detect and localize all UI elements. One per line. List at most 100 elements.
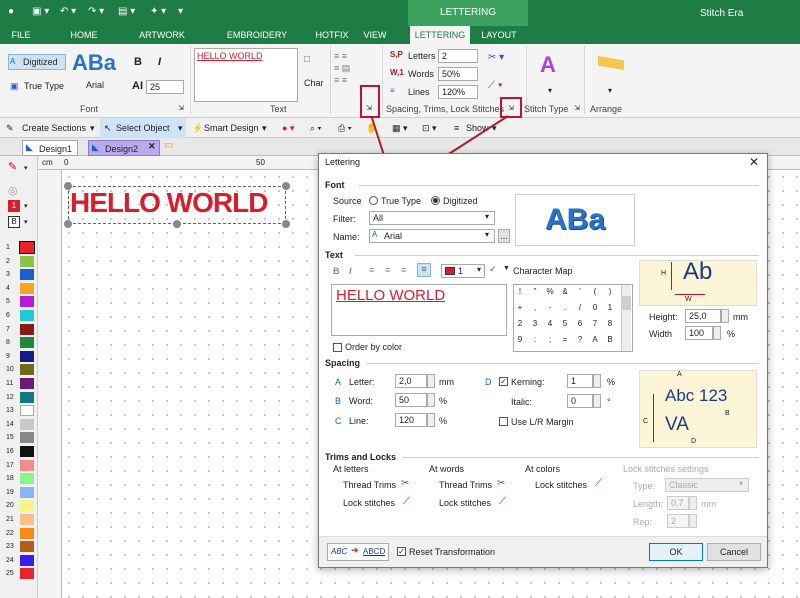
char-grid-scrollbar[interactable] [621,285,631,351]
character-cell[interactable]: 9 [514,333,526,346]
lock-length-input[interactable]: 0,7 [667,496,689,510]
character-cell[interactable]: , [529,301,541,314]
character-cell[interactable]: ; [544,333,556,346]
spell-check-icon[interactable]: ✓ [489,264,497,275]
character-cell[interactable]: 0 [589,301,601,314]
character-cell[interactable]: 6 [574,317,586,330]
character-cell[interactable]: 8 [604,317,616,330]
width-label: Width [649,329,673,339]
font-name-dropdown-icon[interactable]: ▾ [485,230,489,239]
justify-icon[interactable]: ≡ [417,263,431,277]
width-input[interactable]: 100 [685,326,713,340]
character-cell[interactable]: 3 [529,317,541,330]
line-spacing-spinner[interactable] [427,413,435,427]
lock-type-dropdown-icon[interactable]: ▾ [739,479,743,488]
font-name-select[interactable]: Arial [369,229,495,243]
browse-font-button[interactable]: ... [498,229,510,243]
use-lr-margin-checkbox[interactable] [499,417,508,426]
character-cell[interactable]: + [514,301,526,314]
filter-select[interactable]: All [369,211,495,225]
letters-lock-stitch-icon[interactable]: ⟋ [403,496,410,507]
lock-type-select[interactable]: Classic [665,478,749,492]
section-divider [359,185,759,186]
word-marker: B [335,396,342,406]
cancel-button[interactable]: Cancel [707,543,761,561]
height-unit: mm [733,312,748,322]
italic-angle-unit: ° [607,397,611,407]
letters-thread-trims-icon[interactable]: ✂ [401,478,409,489]
word-spacing-spinner[interactable] [427,393,435,407]
text-section-title: Text [325,250,343,260]
character-cell[interactable]: 1 [604,301,616,314]
truetype-radio-label: True Type [381,196,422,206]
lock-rep-input[interactable]: 2 [667,514,689,528]
lock-rep-label: Rep: [633,517,653,527]
lock-rep-spinner[interactable] [689,514,697,528]
character-cell[interactable]: 4 [544,317,556,330]
lock-length-spinner[interactable] [689,496,697,510]
character-cell[interactable]: A [589,333,601,346]
height-spinner[interactable] [721,309,729,323]
letter-spacing-input[interactable]: 2,0 [395,374,427,388]
colors-lock-stitch-icon[interactable]: ⟋ [595,478,602,489]
dialog-bold-button[interactable]: B [333,266,340,276]
character-cell[interactable]: ? [574,333,586,346]
character-cell[interactable]: ' [574,285,586,298]
at-letters-label: At letters [333,464,369,474]
kerning-input[interactable]: 1 [567,374,593,388]
character-cell[interactable]: / [574,301,586,314]
ok-button[interactable]: OK [649,543,703,561]
name-label: Name: [333,232,360,242]
character-cell[interactable]: : [529,333,541,346]
reset-transformation-checkbox[interactable]: ✓ [397,547,406,556]
order-by-color-checkbox[interactable] [333,343,342,352]
character-cell[interactable]: 2 [514,317,526,330]
words-thread-trims-icon[interactable]: ✂ [497,478,505,489]
character-cell[interactable]: ! [514,285,526,298]
dialog-close-button[interactable]: ✕ [749,155,759,169]
dialog-italic-button[interactable]: I [349,266,352,276]
digitized-radio[interactable] [431,196,440,205]
character-cell[interactable]: = [559,333,571,346]
height-input[interactable]: 25,0 [685,309,721,323]
align-left-icon[interactable]: ≡ [369,265,374,275]
kerning-label: Kerning: [511,377,545,387]
character-cell[interactable]: 7 [589,317,601,330]
character-cell[interactable]: ) [604,285,616,298]
truetype-radio[interactable] [369,196,378,205]
kerning-checkbox[interactable]: ✓ [499,377,508,386]
align-right-icon[interactable]: ≡ [401,265,406,275]
lettering-text-input[interactable]: HELLO WORLD [331,284,507,336]
character-cell[interactable]: 5 [559,317,571,330]
character-cell[interactable]: B [604,333,616,346]
text-color-dropdown-icon[interactable]: ▾ [477,265,481,274]
transform-arrow-icon: ➜ [351,545,359,555]
italic-angle-spinner[interactable] [593,394,601,408]
text-color-swatch [445,267,455,275]
character-cell[interactable]: . [559,301,571,314]
italic-angle-label: Italic: [511,397,533,407]
preview-sample-text: Ab [683,258,713,285]
line-spacing-input[interactable]: 120 [395,413,427,427]
filter-dropdown-icon[interactable]: ▾ [485,212,489,221]
lock-type-label: Type: [633,481,656,491]
dialog-title: Lettering [325,157,361,167]
width-unit: % [727,329,736,339]
use-lr-margin-label: Use L/R Margin [511,417,574,427]
words-lock-stitch-icon[interactable]: ⟋ [499,496,506,507]
preview-height-marker: H [661,270,667,277]
letter-spacing-spinner[interactable] [427,374,435,388]
character-cell[interactable]: " [529,285,541,298]
character-cell[interactable]: - [544,301,556,314]
italic-angle-input[interactable]: 0 [567,394,593,408]
character-cell[interactable]: ( [589,285,601,298]
align-center-icon[interactable]: ≡ [385,265,390,275]
character-cell[interactable]: % [544,285,556,298]
width-spinner[interactable] [713,326,721,340]
at-words-label: At words [429,464,465,474]
preview-height-line [671,262,672,290]
character-cell[interactable]: & [559,285,571,298]
char-grid-scrollbar-thumb[interactable] [621,296,631,310]
word-spacing-input[interactable]: 50 [395,393,427,407]
kerning-spinner[interactable] [593,374,601,388]
